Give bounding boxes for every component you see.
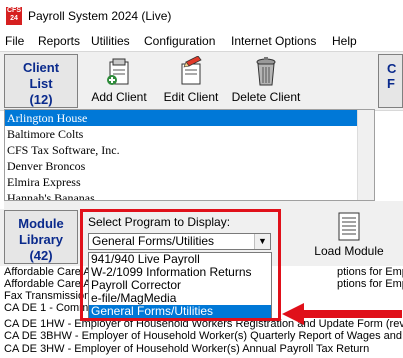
- list-item[interactable]: CA DE 3HW - Employer of Household Worker…: [4, 343, 369, 355]
- list-item[interactable]: CA DE 3BHW - Employer of Household Worke…: [4, 330, 403, 342]
- edit-client-label: Edit Client: [163, 90, 219, 104]
- edit-client-icon: [181, 56, 202, 85]
- app-logo-icon: CFS 24: [6, 7, 22, 25]
- client-row[interactable]: Denver Broncos: [5, 158, 374, 174]
- load-module-button[interactable]: Load Module: [312, 212, 386, 258]
- menu-reports[interactable]: Reports: [38, 34, 80, 48]
- program-select-label: Select Program to Display:: [88, 215, 231, 229]
- menu-utilities[interactable]: Utilities: [91, 34, 130, 48]
- dropdown-option[interactable]: General Forms/Utilities: [89, 305, 271, 318]
- load-module-label: Load Module: [314, 244, 384, 258]
- client-list-header[interactable]: Client List (12): [4, 54, 78, 108]
- client-header-count: (12): [29, 92, 53, 107]
- list-item-tail: ptions for Employers without: [337, 278, 403, 290]
- right-panel-header[interactable]: C F: [378, 54, 403, 108]
- client-header-line1: Client: [22, 60, 60, 75]
- splitter[interactable]: [4, 201, 403, 209]
- list-item[interactable]: Fax Transmission: [4, 290, 90, 302]
- client-header-line2: List: [29, 76, 53, 91]
- program-select[interactable]: General Forms/Utilities ▼: [88, 233, 271, 250]
- document-icon: [338, 212, 360, 241]
- edit-client-button[interactable]: Edit Client: [160, 56, 222, 104]
- add-client-label: Add Client: [91, 90, 147, 104]
- annotation-arrow-icon: [282, 303, 402, 325]
- window-title: Payroll System 2024 (Live): [28, 9, 172, 23]
- module-header-count: (42): [29, 248, 53, 263]
- list-item[interactable]: Affordable Care Ac: [4, 278, 96, 290]
- delete-client-button[interactable]: Delete Client: [228, 56, 304, 104]
- add-client-icon: [107, 58, 129, 85]
- client-list[interactable]: Arlington House Baltimore Colts CFS Tax …: [4, 109, 375, 201]
- client-row[interactable]: Hannah's Bananas: [5, 190, 374, 200]
- module-header-line2: Library: [18, 232, 64, 247]
- menu-internet-options[interactable]: Internet Options: [231, 34, 316, 48]
- client-list-scrollbar[interactable]: [357, 110, 374, 200]
- menu-help[interactable]: Help: [332, 34, 357, 48]
- client-row[interactable]: Elmira Express: [5, 174, 374, 190]
- list-item[interactable]: Affordable Care Ac: [4, 266, 96, 278]
- client-row[interactable]: CFS Tax Software, Inc.: [5, 142, 374, 158]
- right-panel-letter1: C: [387, 61, 397, 76]
- client-row[interactable]: Arlington House: [5, 110, 374, 126]
- module-library-header[interactable]: Module Library (42): [4, 210, 78, 264]
- chevron-down-icon[interactable]: ▼: [254, 234, 270, 249]
- list-item-tail: ptions for Employers with Hea: [337, 266, 403, 278]
- module-header-line1: Module: [18, 216, 64, 231]
- program-dropdown-list[interactable]: 941/940 Live Payroll W-2/1099 Informatio…: [88, 252, 272, 318]
- title-bar: CFS 24 Payroll System 2024 (Live): [0, 0, 403, 32]
- client-toolbar: Client List (12) Add Client Edit Client: [0, 51, 403, 111]
- menu-file[interactable]: File: [5, 34, 24, 48]
- client-row[interactable]: Baltimore Colts: [5, 126, 374, 142]
- menu-bar: File Reports Utilities Configuration Int…: [0, 32, 403, 51]
- add-client-button[interactable]: Add Client: [88, 56, 150, 104]
- menu-configuration[interactable]: Configuration: [144, 34, 215, 48]
- delete-client-label: Delete Client: [231, 90, 301, 104]
- list-item[interactable]: CA DE 1 - Comm: [4, 302, 88, 314]
- right-panel-letter2: F: [387, 76, 395, 91]
- trash-can-icon: [256, 57, 276, 86]
- program-select-value: General Forms/Utilities: [92, 234, 215, 248]
